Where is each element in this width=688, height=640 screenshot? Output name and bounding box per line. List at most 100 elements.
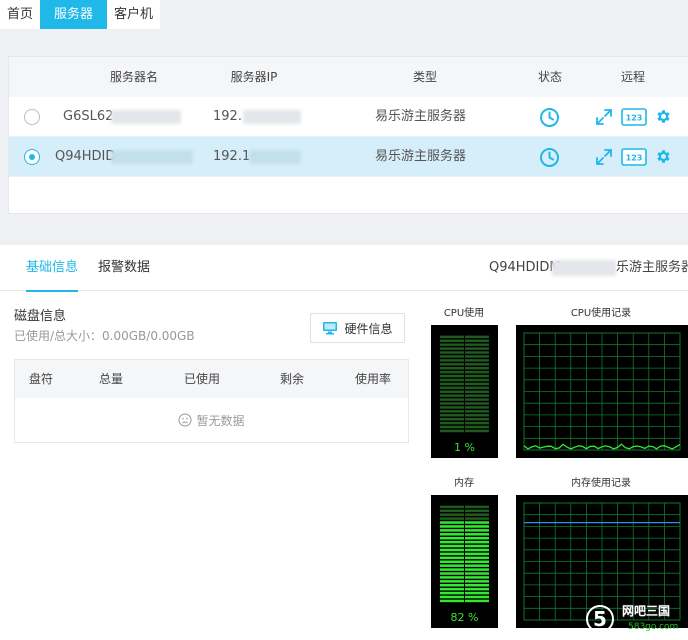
redacted-server-blur <box>552 260 616 276</box>
empty-state: 暂无数据 <box>15 398 408 442</box>
meter-segment <box>440 505 464 509</box>
meter-segment-lit <box>440 529 464 532</box>
meter-segment <box>465 410 489 413</box>
meter-segment-lit <box>440 576 464 579</box>
remote-id-text: 123 <box>626 114 643 123</box>
meter-segment <box>465 394 489 397</box>
meter-segment <box>440 406 464 409</box>
cpu-usage-title: CPU使用 <box>443 308 485 319</box>
meter-segment-lit <box>465 540 489 544</box>
meter-segment <box>440 421 464 425</box>
meter-segment <box>465 513 489 516</box>
disk-usage-text: 已使用/总大小：0.00GB/0.00GB <box>14 329 195 343</box>
cpu-percent-label: 1 % <box>454 441 475 454</box>
redacted-name-blur <box>111 110 181 124</box>
server-table: 服务器名 服务器IP 类型 状态 远程 G6SL62 192. 易乐游主服务器 … <box>8 56 688 214</box>
meter-segment <box>465 406 489 409</box>
meter-segment <box>465 374 489 378</box>
hardware-info-label: 硬件信息 <box>344 321 393 336</box>
meter-segment-lit <box>440 533 464 536</box>
section-separator <box>0 233 688 245</box>
table-row-selected[interactable]: Q94HDID 192.1 易乐游主服务器 123 <box>9 137 688 177</box>
meter-segment <box>440 517 464 520</box>
meter-segment <box>440 374 464 378</box>
remote-id-text: 123 <box>626 154 643 163</box>
server-type: 易乐游主服务器 <box>375 109 467 124</box>
top-tabs: 首页 服务器 客户机 <box>0 0 161 29</box>
clock-status-icon[interactable] <box>539 107 560 128</box>
cpu-meter: 1 % <box>431 325 498 458</box>
fullscreen-icon[interactable] <box>595 108 613 126</box>
meter-segment <box>465 366 489 370</box>
meter-segment-lit <box>440 564 464 567</box>
monitor-icon <box>323 322 338 335</box>
meter-segment-lit <box>440 521 464 524</box>
cpu-meter-bars <box>440 335 489 433</box>
meter-segment-lit <box>465 525 489 528</box>
meter-segment <box>440 343 464 346</box>
meter-segment <box>465 382 489 386</box>
remote-id-icon[interactable]: 123 <box>621 148 647 166</box>
meter-segment <box>465 343 489 346</box>
row-radio-checked[interactable] <box>24 149 40 165</box>
server-name: G6SL62 <box>63 109 114 124</box>
server-table-header: 服务器名 服务器IP 类型 状态 远程 <box>9 57 688 97</box>
meter-segment <box>440 378 464 382</box>
clock-status-icon[interactable] <box>539 147 560 168</box>
meter-segment <box>465 390 489 393</box>
col-usage-rate: 使用率 <box>354 372 392 386</box>
disk-info-title: 磁盘信息 <box>14 309 67 324</box>
meter-segment <box>465 429 489 433</box>
meter-segment-lit <box>465 584 489 587</box>
header-status: 状态 <box>537 70 563 84</box>
empty-text: 暂无数据 <box>196 413 245 428</box>
hardware-info-button[interactable]: 硬件信息 <box>310 313 405 343</box>
meter-segment-lit <box>465 529 489 532</box>
meter-segment-lit <box>440 591 464 595</box>
meter-segment <box>465 351 489 354</box>
meter-segment-lit <box>440 525 464 528</box>
meter-segment <box>465 386 489 390</box>
meter-segment <box>440 359 464 362</box>
col-used: 已使用 <box>183 372 221 386</box>
meter-segment-lit <box>440 568 464 571</box>
header-remote: 远程 <box>620 70 646 84</box>
row-radio[interactable] <box>24 109 40 125</box>
meter-segment-lit <box>465 591 489 595</box>
meter-segment-lit <box>440 540 464 544</box>
tab-home[interactable]: 首页 <box>0 0 40 29</box>
memory-title: 内存 <box>454 478 474 489</box>
fullscreen-icon[interactable] <box>595 148 613 166</box>
meter-segment <box>440 417 464 421</box>
meter-segment <box>440 425 464 429</box>
gear-icon[interactable] <box>655 148 672 165</box>
tab-servers[interactable]: 服务器 <box>40 0 108 29</box>
meter-segment <box>440 370 464 374</box>
detail-tabs: 基础信息 报警数据 Q94HDIDM 乐游主服务器 <box>0 245 688 292</box>
server-name: Q94HDID <box>55 149 116 164</box>
watermark: 5 网吧三国 583go.com <box>584 598 688 640</box>
meter-segment-lit <box>440 572 464 575</box>
tab-clients[interactable]: 客户机 <box>107 0 160 29</box>
meter-segment <box>440 398 464 401</box>
meter-segment <box>465 421 489 425</box>
meter-segment-lit <box>465 536 489 540</box>
meter-segment-lit <box>440 599 464 603</box>
meter-segment <box>440 410 464 413</box>
meter-segment <box>465 370 489 374</box>
meter-segment-lit <box>465 599 489 603</box>
meter-segment-lit <box>465 576 489 579</box>
tab-alarm-data[interactable]: 报警数据 <box>98 245 150 291</box>
meter-segment-lit <box>440 544 464 548</box>
meter-segment <box>440 390 464 393</box>
col-remaining: 剩余 <box>279 372 305 386</box>
watermark-text: 网吧三国 <box>622 604 671 618</box>
gear-icon[interactable] <box>655 108 672 125</box>
meter-segment-lit <box>465 533 489 536</box>
table-row[interactable]: G6SL62 192. 易乐游主服务器 123 <box>9 97 688 137</box>
remote-id-icon[interactable]: 123 <box>621 108 647 126</box>
meter-segment <box>465 425 489 429</box>
tab-basic-info[interactable]: 基础信息 <box>26 245 79 292</box>
header-server-ip: 服务器IP <box>230 70 278 84</box>
meter-segment <box>465 347 489 350</box>
